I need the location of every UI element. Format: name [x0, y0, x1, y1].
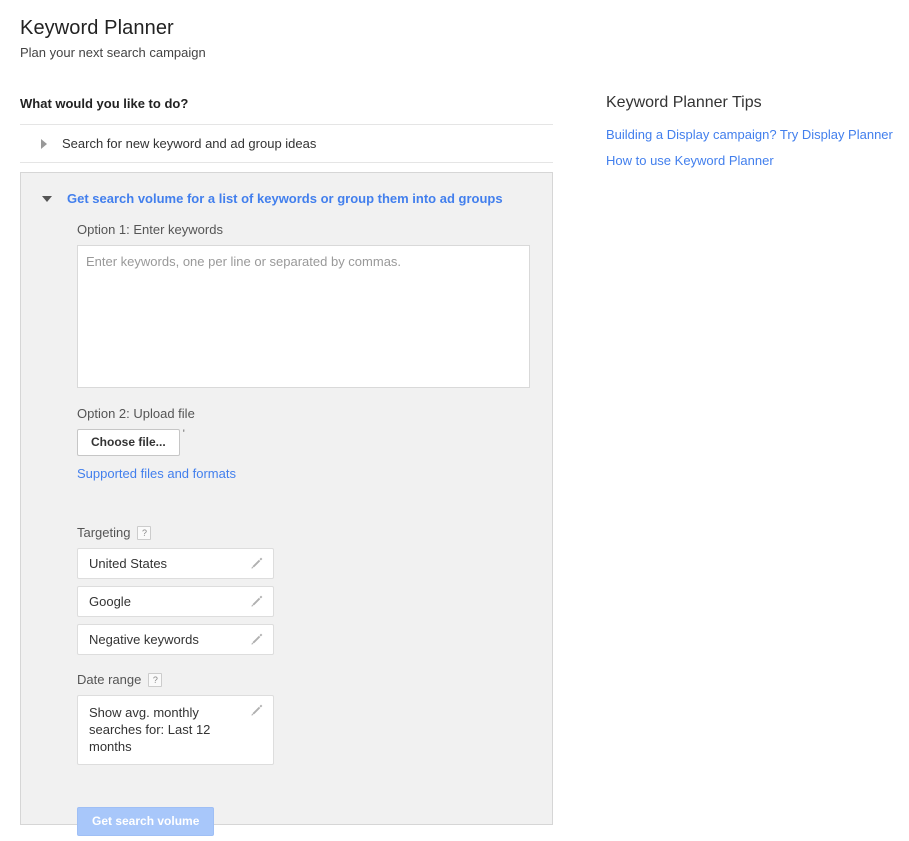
section-heading: What would you like to do? [20, 61, 553, 112]
targeting-label: Targeting [77, 525, 130, 541]
panel-body: Option 1: Enter keywords Option 2: Uploa… [42, 207, 532, 836]
targeting-row-network[interactable]: Google [77, 586, 274, 617]
accordion-panel-search-volume: Get search volume for a list of keywords… [20, 172, 553, 825]
date-range-row[interactable]: Show avg. monthly searches for: Last 12 … [77, 695, 274, 765]
divider-bottom [20, 162, 553, 163]
left-column: Keyword Planner Plan your next search ca… [20, 0, 553, 825]
supported-files-link[interactable]: Supported files and formats [77, 466, 236, 482]
page-title: Keyword Planner [20, 0, 553, 40]
pencil-icon [250, 703, 264, 717]
pencil-icon [250, 556, 264, 570]
help-icon[interactable]: ? [148, 673, 162, 687]
pencil-icon [250, 594, 264, 608]
selected-file-name: ' [180, 429, 185, 439]
page-subtitle: Plan your next search campaign [20, 40, 553, 61]
date-range-value: Show avg. monthly searches for: Last 12 … [78, 696, 273, 764]
get-search-volume-button[interactable]: Get search volume [77, 807, 214, 836]
option1-label: Option 1: Enter keywords [77, 222, 532, 238]
help-icon[interactable]: ? [137, 526, 151, 540]
targeting-row-negative-keywords[interactable]: Negative keywords [77, 624, 274, 655]
targeting-row-location[interactable]: United States [77, 548, 274, 579]
sidebar-title: Keyword Planner Tips [606, 93, 901, 113]
choose-file-row: Choose file... ' [77, 429, 532, 456]
targeting-value: Negative keywords [78, 625, 273, 654]
targeting-value: United States [78, 549, 273, 578]
option2-label: Option 2: Upload file [77, 406, 532, 422]
triangle-down-icon [42, 196, 52, 202]
targeting-value: Google [78, 587, 273, 616]
sidebar-tips: Keyword Planner Tips Building a Display … [606, 93, 901, 169]
sidebar-link-how-to-use[interactable]: How to use Keyword Planner [606, 153, 901, 169]
sidebar-link-display-planner[interactable]: Building a Display campaign? Try Display… [606, 127, 901, 143]
keywords-input[interactable] [77, 245, 530, 388]
accordion-item-label: Search for new keyword and ad group idea… [47, 135, 316, 152]
date-range-label: Date range [77, 672, 141, 688]
accordion-item-search-ideas[interactable]: Search for new keyword and ad group idea… [20, 125, 553, 162]
date-range-label-row: Date range ? [77, 672, 532, 688]
targeting-label-row: Targeting ? [77, 525, 532, 541]
accordion-item-search-volume[interactable]: Get search volume for a list of keywords… [42, 190, 532, 207]
choose-file-button[interactable]: Choose file... [77, 429, 180, 456]
pencil-icon [250, 632, 264, 646]
accordion-item-label: Get search volume for a list of keywords… [52, 190, 503, 207]
